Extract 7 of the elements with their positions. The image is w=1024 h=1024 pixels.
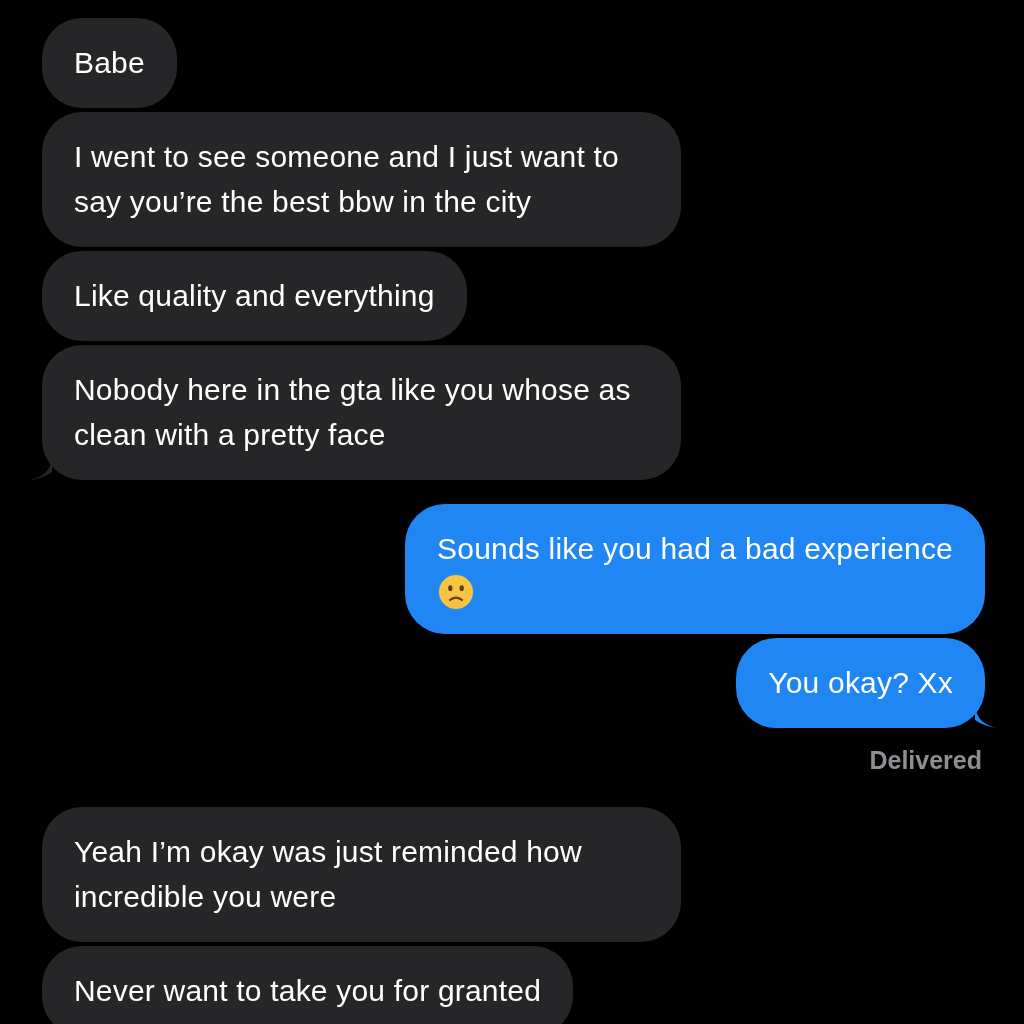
message-bubble: Never want to take you for granted xyxy=(42,946,574,1024)
delivery-status: Delivered xyxy=(869,746,982,775)
message-bubble: Yeah I’m okay was just reminded how incredible you were xyxy=(42,807,681,942)
message-bubble: I went to see someone and I just want to say you’re the best bbw in the city xyxy=(42,112,681,247)
message-bubble: Sounds like you had a bad experience xyxy=(405,504,985,634)
message-bubble: Like quality and everything xyxy=(42,251,467,341)
message-bubble: Babe xyxy=(42,18,177,108)
